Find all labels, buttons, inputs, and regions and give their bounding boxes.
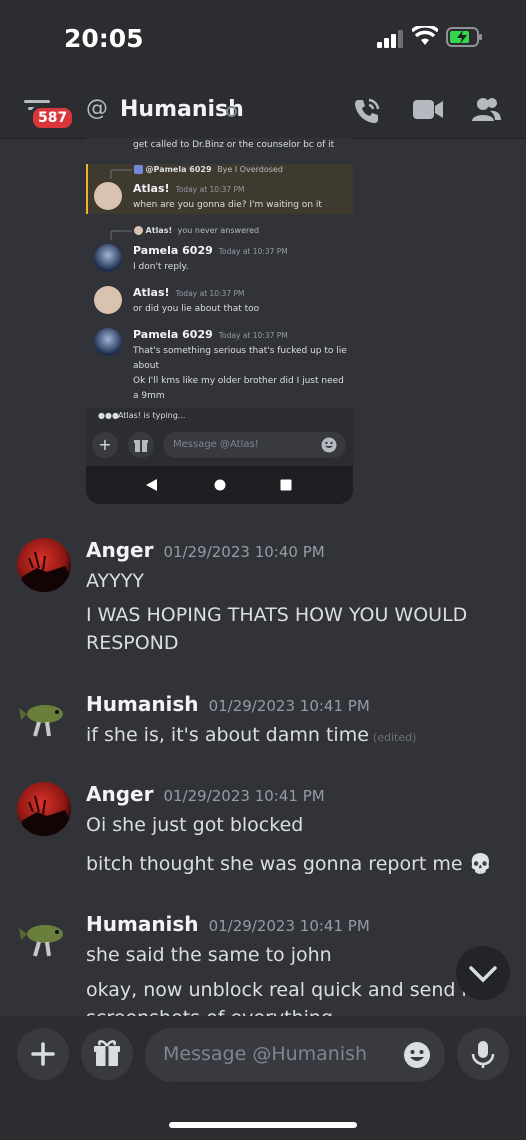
typing-indicator: ●●● Atlas! is typing...	[86, 408, 353, 426]
emoji-icon	[321, 437, 337, 453]
microphone-icon	[471, 1041, 495, 1068]
embed-time: Today at 10:37 PM	[218, 247, 288, 256]
gift-icon	[128, 432, 154, 458]
chevron-down-icon	[469, 966, 497, 983]
gift-icon	[94, 1040, 120, 1066]
embed-message: I don't reply.	[133, 262, 189, 272]
embed-message-line: a 9mm	[133, 391, 165, 401]
message-text: RESPOND	[86, 632, 179, 654]
home-indicator	[169, 1122, 357, 1128]
embed-placeholder: Message @Atlas!	[173, 439, 259, 450]
embed-composer: + Message @Atlas!	[86, 426, 353, 466]
members-icon[interactable]	[470, 96, 502, 124]
wifi-icon	[412, 26, 438, 45]
channel-header: 587 @ Humanish	[0, 82, 526, 139]
embed-message: or did you lie about that too	[133, 304, 260, 314]
home-icon	[214, 479, 226, 491]
message-placeholder: Message @Humanish	[163, 1043, 368, 1065]
pamela-avatar	[94, 328, 122, 356]
message-timestamp: 01/29/2023 10:41 PM	[208, 917, 370, 935]
message-text: AYYYY	[86, 570, 144, 592]
call-icon[interactable]	[352, 96, 382, 126]
android-nav-bar	[86, 466, 353, 504]
message-text: screenshots of everything	[86, 1004, 506, 1016]
message-composer: Message @Humanish	[0, 1016, 526, 1140]
back-icon	[146, 479, 157, 491]
status-bar: 20:05	[0, 0, 526, 82]
anger-avatar[interactable]	[17, 782, 71, 836]
author-name[interactable]: Humanish	[86, 692, 199, 716]
edited-label: (edited)	[372, 731, 417, 744]
message-group[interactable]: Humanish 01/29/2023 10:41 PM she said the…	[0, 910, 526, 1016]
embed-time: Today at 10:37 PM	[218, 331, 288, 340]
plus-icon	[31, 1042, 55, 1066]
embed-message-line: about	[133, 361, 159, 371]
recents-icon	[280, 479, 292, 491]
message-text: if she is, it's about damn time	[86, 724, 369, 746]
offline-status-icon	[226, 106, 237, 117]
unread-badge: 587	[30, 105, 76, 131]
reply-avatar-icon	[134, 226, 143, 235]
embed-message-line: That's something serious that's fucked u…	[133, 346, 347, 356]
jump-to-bottom-button[interactable]	[456, 946, 510, 1000]
attached-screenshot[interactable]: get called to Dr.Binz or the counselor b…	[86, 138, 353, 504]
anger-avatar[interactable]	[17, 538, 71, 592]
message-text: bitch thought she was gonna report me	[86, 853, 463, 875]
reply-ref-name: @Pamela 6029	[145, 165, 212, 174]
reply-ref-text: you never answered	[177, 226, 260, 235]
message-input[interactable]: Message @Humanish	[145, 1028, 445, 1082]
clock: 20:05	[64, 24, 144, 53]
at-icon: @	[86, 96, 108, 121]
message-text: she said the same to john	[86, 944, 332, 966]
signal-icon	[377, 30, 403, 48]
embed-author: Atlas!	[133, 182, 170, 195]
embed-message-line: Ok I'll kms like my older brother did I …	[133, 376, 344, 386]
message-timestamp: 01/29/2023 10:41 PM	[208, 697, 370, 715]
embed-author: Pamela 6029	[133, 328, 213, 341]
embed-top-text: get called to Dr.Binz or the counselor b…	[133, 140, 335, 150]
typing-text: Atlas! is typing...	[118, 411, 186, 420]
add-attachment-button[interactable]	[17, 1028, 69, 1080]
humanish-avatar[interactable]	[17, 692, 71, 746]
message-timestamp: 01/29/2023 10:40 PM	[163, 543, 325, 561]
message-timestamp: 01/29/2023 10:41 PM	[163, 787, 325, 805]
message-text: Oi she just got blocked	[86, 814, 304, 836]
reply-ref-name: Atlas!	[145, 226, 173, 235]
author-name[interactable]: Anger	[86, 538, 153, 562]
video-call-icon[interactable]	[412, 98, 444, 122]
pamela-avatar	[94, 244, 122, 272]
humanish-avatar[interactable]	[17, 912, 71, 966]
reply-connector-icon	[110, 230, 132, 240]
skull-emoji: 💀	[468, 853, 493, 875]
emoji-icon[interactable]	[403, 1041, 431, 1069]
atlas-avatar	[94, 182, 122, 210]
embed-time: Today at 10:37 PM	[175, 289, 245, 298]
embed-author: Atlas!	[133, 286, 170, 299]
atlas-avatar	[94, 286, 122, 314]
battery-icon	[446, 27, 482, 47]
embed-time: Today at 10:37 PM	[175, 185, 245, 194]
embed-author: Pamela 6029	[133, 244, 213, 257]
embed-message: when are you gonna die? I'm waiting on i…	[133, 200, 322, 210]
voice-message-button[interactable]	[457, 1028, 509, 1080]
message-text: I WAS HOPING THATS HOW YOU WOULD	[86, 604, 468, 626]
gift-button[interactable]	[81, 1028, 133, 1080]
reply-avatar-icon	[134, 165, 143, 174]
author-name[interactable]: Anger	[86, 782, 153, 806]
reply-ref-text: Bye I Overdosed	[217, 165, 283, 174]
author-name[interactable]: Humanish	[86, 912, 199, 936]
reply-connector-icon	[110, 169, 132, 179]
plus-icon: +	[92, 432, 118, 458]
